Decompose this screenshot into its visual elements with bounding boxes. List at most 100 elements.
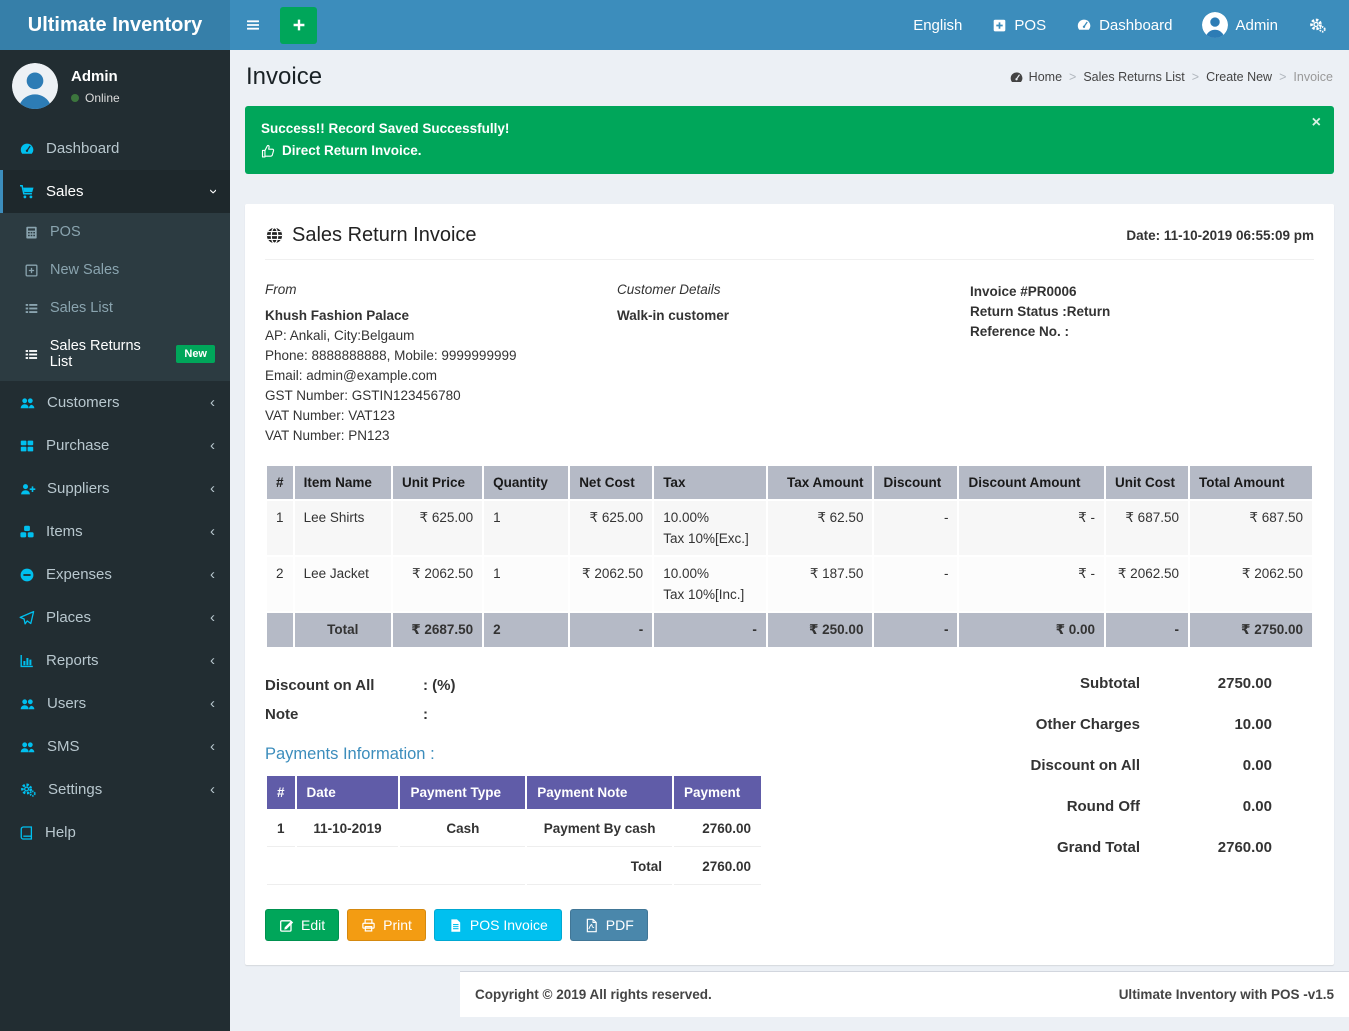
bar-chart-icon bbox=[19, 653, 35, 669]
invoice-number: Invoice #PR0006 bbox=[970, 282, 1314, 302]
payments-heading: Payments Information : bbox=[265, 745, 785, 764]
navbar-main: English POS Dashboard Admin bbox=[230, 0, 1349, 50]
nav-dashboard-link[interactable]: Dashboard bbox=[1076, 17, 1172, 34]
sidebar: Admin Online Dashboard Sales ‹ POS bbox=[0, 50, 230, 1031]
sidebar-item-sales-returns-list[interactable]: Sales Returns List New bbox=[0, 327, 230, 381]
from-vat1: VAT Number: VAT123 bbox=[265, 406, 617, 426]
sidebar-item-dashboard[interactable]: Dashboard bbox=[0, 127, 230, 170]
sidebar-toggle-button[interactable] bbox=[230, 0, 276, 50]
cart-icon bbox=[19, 184, 35, 200]
sidebar-item-reports[interactable]: Reports ‹ bbox=[0, 639, 230, 682]
breadcrumb-home[interactable]: Home bbox=[1009, 70, 1062, 85]
invoice-date: Date: 11-10-2019 06:55:09 pm bbox=[1126, 228, 1314, 243]
from-phone: Phone: 8888888888, Mobile: 9999999999 bbox=[265, 346, 617, 366]
success-alert: Success!! Record Saved Successfully! Dir… bbox=[245, 106, 1334, 174]
online-dot-icon bbox=[71, 94, 79, 102]
chevron-left-icon: ‹ bbox=[210, 395, 215, 410]
chevron-left-icon: ‹ bbox=[210, 696, 215, 711]
pdf-button[interactable]: PDF bbox=[570, 909, 648, 941]
summary-subtotal: Subtotal 2750.00 bbox=[942, 675, 1272, 692]
chevron-left-icon: ‹ bbox=[210, 567, 215, 582]
payments-table: # Date Payment Type Payment Note Payment… bbox=[265, 774, 763, 887]
page-title: Invoice bbox=[246, 63, 322, 91]
app-version-text: Ultimate Inventory with POS -v1.5 bbox=[1119, 987, 1334, 1002]
sidebar-user-status: Online bbox=[71, 91, 120, 105]
payments-section: Discount on All : (%) Note : Payments In… bbox=[265, 665, 785, 887]
table-row: 1 Lee Shirts ₹ 625.00 1 ₹ 625.00 10.00%T… bbox=[267, 501, 1312, 555]
note-line: Note : bbox=[265, 706, 785, 723]
plus-square-icon bbox=[24, 263, 39, 278]
col-header: Discount bbox=[874, 466, 957, 499]
chevron-left-icon: ‹ bbox=[210, 739, 215, 754]
close-icon[interactable]: × bbox=[1312, 115, 1321, 131]
breadcrumb-sales-returns-list[interactable]: Sales Returns List bbox=[1083, 70, 1184, 84]
sidebar-item-customers[interactable]: Customers ‹ bbox=[0, 381, 230, 424]
pos-invoice-button[interactable]: POS Invoice bbox=[434, 909, 562, 941]
col-header: Total Amount bbox=[1190, 466, 1312, 499]
chevron-down-icon: ‹ bbox=[205, 189, 220, 194]
settings-menu-button[interactable] bbox=[1308, 17, 1327, 34]
avatar bbox=[12, 63, 58, 109]
copyright-text: Copyright © 2019 All rights reserved. bbox=[475, 987, 712, 1002]
hamburger-icon bbox=[245, 17, 261, 33]
col-header: Unit Price bbox=[393, 466, 482, 499]
sidebar-item-suppliers[interactable]: Suppliers ‹ bbox=[0, 467, 230, 510]
minus-circle-icon bbox=[19, 567, 35, 583]
home-gauge-icon bbox=[1009, 70, 1024, 85]
from-heading: From bbox=[265, 282, 617, 297]
breadcrumb-separator: > bbox=[1192, 70, 1199, 84]
sidebar-item-purchase[interactable]: Purchase ‹ bbox=[0, 424, 230, 467]
invoice-title: Sales Return Invoice bbox=[292, 224, 477, 247]
nav-pos-link[interactable]: POS bbox=[992, 17, 1046, 34]
user-menu-label: Admin bbox=[1235, 17, 1278, 34]
payments-total-row: Total 2760.00 bbox=[267, 849, 761, 885]
sidebar-item-sales[interactable]: Sales ‹ bbox=[0, 170, 230, 213]
alert-message: Success!! Record Saved Successfully! bbox=[261, 119, 1318, 139]
sidebar-item-help[interactable]: Help bbox=[0, 811, 230, 854]
users-icon bbox=[19, 395, 36, 411]
sidebar-user-name: Admin bbox=[71, 68, 120, 85]
sidebar-item-items[interactable]: Items ‹ bbox=[0, 510, 230, 553]
avatar bbox=[1202, 12, 1228, 38]
cogs-icon bbox=[1308, 17, 1327, 34]
book-icon bbox=[19, 825, 34, 841]
invoice-title-row: Sales Return Invoice bbox=[265, 224, 477, 247]
breadcrumb-separator: > bbox=[1069, 70, 1076, 84]
action-buttons: Edit Print POS Invoice PDF bbox=[265, 909, 1314, 941]
footer: Copyright © 2019 All rights reserved. Ul… bbox=[460, 971, 1349, 1017]
reference-no: Reference No. : bbox=[970, 322, 1314, 342]
from-block: From Khush Fashion Palace AP: Ankali, Ci… bbox=[265, 282, 617, 446]
language-menu[interactable]: English bbox=[913, 17, 962, 34]
sidebar-item-expenses[interactable]: Expenses ‹ bbox=[0, 553, 230, 596]
sidebar-item-users[interactable]: Users ‹ bbox=[0, 682, 230, 725]
user-menu[interactable]: Admin bbox=[1202, 12, 1278, 38]
sidebar-item-sms[interactable]: SMS ‹ bbox=[0, 725, 230, 768]
breadcrumb-create-new[interactable]: Create New bbox=[1206, 70, 1272, 84]
sidebar-menu: Dashboard Sales ‹ POS New Sales Sales Li… bbox=[0, 127, 230, 854]
sidebar-item-sales-list[interactable]: Sales List bbox=[0, 289, 230, 327]
breadcrumb: Home > Sales Returns List > Create New >… bbox=[1009, 70, 1333, 85]
edit-pencil-icon bbox=[279, 918, 294, 933]
new-badge: New bbox=[176, 345, 215, 363]
calculator-icon bbox=[24, 225, 39, 240]
col-header: Discount Amount bbox=[959, 466, 1104, 499]
breadcrumb-separator: > bbox=[1279, 70, 1286, 84]
navbar-right: English POS Dashboard Admin bbox=[913, 12, 1349, 38]
invoice-card: Sales Return Invoice Date: 11-10-2019 06… bbox=[245, 204, 1334, 965]
dashboard-gauge-icon bbox=[1076, 17, 1092, 33]
cubes-icon bbox=[19, 524, 35, 540]
quick-add-button[interactable] bbox=[280, 7, 317, 44]
app-logo[interactable]: Ultimate Inventory bbox=[0, 0, 230, 50]
payment-row: 1 11-10-2019 Cash Payment By cash 2760.0… bbox=[267, 811, 761, 847]
thumbs-up-icon bbox=[261, 144, 276, 159]
invoice-card-header: Sales Return Invoice Date: 11-10-2019 06… bbox=[265, 224, 1314, 260]
invoice-summary: Subtotal 2750.00 Other Charges 10.00 Dis… bbox=[942, 675, 1272, 887]
sidebar-item-places[interactable]: Places ‹ bbox=[0, 596, 230, 639]
content-wrapper: Invoice Home > Sales Returns List > Crea… bbox=[230, 0, 1349, 1017]
print-button[interactable]: Print bbox=[347, 909, 426, 941]
sidebar-item-settings[interactable]: Settings ‹ bbox=[0, 768, 230, 811]
nav-pos-label: POS bbox=[1014, 17, 1046, 34]
edit-button[interactable]: Edit bbox=[265, 909, 339, 941]
sidebar-item-new-sales[interactable]: New Sales bbox=[0, 251, 230, 289]
sidebar-item-pos[interactable]: POS bbox=[0, 213, 230, 251]
